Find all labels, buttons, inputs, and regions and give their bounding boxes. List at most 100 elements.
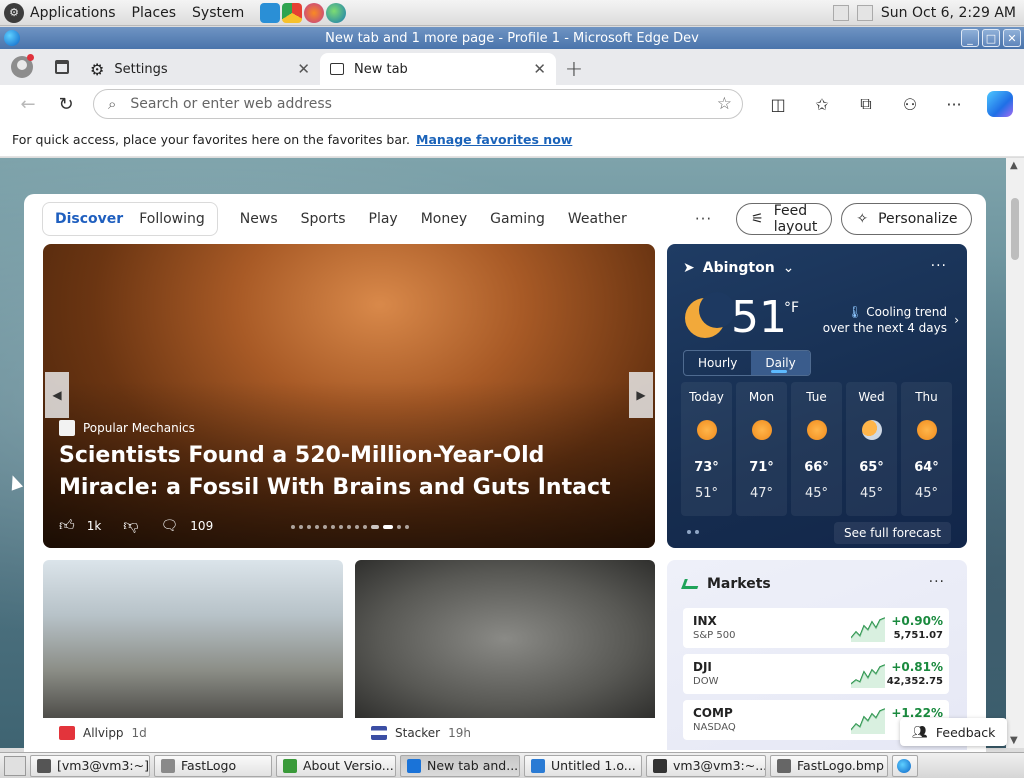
edge-tray-icon[interactable] <box>892 754 918 777</box>
tray-display-icon[interactable] <box>832 4 849 21</box>
carousel-pager[interactable] <box>291 525 409 529</box>
forecast-day[interactable]: Wed 65° 45° <box>846 382 897 516</box>
applications-menu[interactable]: Applications <box>30 5 116 21</box>
taskbar-label: About Versio... <box>303 758 394 773</box>
carousel-prev-button[interactable]: ◀ <box>45 372 69 418</box>
taskbar-item[interactable]: [vm3@vm3:~] <box>30 754 150 777</box>
market-row[interactable]: INX S&P 500 +0.90% 5,751.07 <box>683 608 949 648</box>
extensions-icon[interactable]: ⚇ <box>893 87 927 121</box>
sparkline-icon <box>851 708 885 734</box>
taskbar-item[interactable]: Untitled 1.o... <box>524 754 642 777</box>
close-tab-icon[interactable]: ✕ <box>297 60 310 78</box>
category-money[interactable]: Money <box>421 211 467 227</box>
tab-following[interactable]: Following <box>131 211 213 227</box>
publisher-logo-icon <box>59 726 75 740</box>
taskbar-item[interactable]: FastLogo.bmp <box>770 754 888 777</box>
like-icon[interactable]: 👍︎ <box>59 516 75 535</box>
tab-discover[interactable]: Discover <box>47 211 131 227</box>
see-full-forecast-button[interactable]: See full forecast <box>833 522 951 544</box>
weather-pager[interactable] <box>687 530 699 534</box>
comment-count: 109 <box>190 518 214 533</box>
category-news[interactable]: News <box>240 211 278 227</box>
day-low: 45° <box>804 486 829 501</box>
close-window-button[interactable]: ✕ <box>1003 29 1021 47</box>
firefox-launcher-icon[interactable] <box>304 2 325 23</box>
temperature-unit[interactable]: °F <box>784 300 799 316</box>
tab-settings[interactable]: ⚙ Settings ✕ <box>80 53 320 85</box>
maximize-button[interactable]: □ <box>982 29 1000 47</box>
news-card[interactable]: Stacker 19h <box>355 560 655 750</box>
hero-headline[interactable]: Scientists Found a 520-Million-Year-Old … <box>59 440 649 504</box>
day-name: Thu <box>915 390 938 404</box>
split-screen-icon[interactable]: ◫ <box>761 87 795 121</box>
favorites-icon[interactable]: ✩ <box>805 87 839 121</box>
edge-dev-launcher-icon[interactable] <box>326 2 347 23</box>
taskbar-item[interactable]: vm3@vm3:~... <box>646 754 766 777</box>
taskbar-item-active[interactable]: New tab and... <box>400 754 520 777</box>
personalize-button[interactable]: ✧ Personalize <box>841 203 973 235</box>
forecast-day[interactable]: Tue 66° 45° <box>791 382 842 516</box>
comment-icon[interactable]: 🗨︎ <box>161 518 179 534</box>
system-menu[interactable]: System <box>192 5 244 21</box>
show-desktop-button[interactable] <box>4 755 26 776</box>
taskbar-item[interactable]: FastLogo <box>154 754 272 777</box>
markets-more-button[interactable]: ··· <box>929 574 945 590</box>
trend-text: Cooling trend over the next 4 days <box>822 305 947 335</box>
vscode-launcher-icon[interactable] <box>260 2 281 23</box>
scroll-down-icon[interactable]: ▼ <box>1010 735 1018 746</box>
gnome-bottom-panel: [vm3@vm3:~] FastLogo About Versio... New… <box>0 752 1024 778</box>
chevron-right-icon: › <box>954 313 959 327</box>
close-tab-icon[interactable]: ✕ <box>533 60 546 78</box>
weather-trend[interactable]: 🌡︎ Cooling trend over the next 4 days › <box>817 304 959 336</box>
hourly-toggle[interactable]: Hourly <box>684 351 751 375</box>
partly-cloudy-icon <box>862 420 882 440</box>
favorite-star-icon[interactable]: ☆ <box>717 94 732 114</box>
sparkline-icon <box>851 664 885 688</box>
volume-icon[interactable] <box>856 4 873 21</box>
more-menu-icon[interactable]: ··· <box>937 87 971 121</box>
page-scrollbar[interactable]: ▲ ▼ <box>1006 158 1024 748</box>
tab-new-tab[interactable]: New tab ✕ <box>320 53 556 85</box>
category-sports[interactable]: Sports <box>301 211 346 227</box>
taskbar-item[interactable]: About Versio... <box>276 754 396 777</box>
index-price: 42,352.75 <box>886 676 943 687</box>
collections-icon[interactable]: ⧉ <box>849 87 883 121</box>
forecast-day[interactable]: Today 73° 51° <box>681 382 732 516</box>
manage-favorites-link[interactable]: Manage favorites now <box>416 132 572 147</box>
copilot-icon[interactable] <box>987 91 1013 117</box>
panel-clock[interactable]: Sun Oct 6, 2:29 AM <box>881 5 1016 21</box>
market-row[interactable]: DJI DOW +0.81% 42,352.75 <box>683 654 949 694</box>
weather-location[interactable]: ➤ Abington ⌄ <box>683 260 794 276</box>
news-card[interactable]: Allvipp 1d <box>43 560 343 750</box>
chrome-launcher-icon[interactable] <box>282 2 303 23</box>
category-gaming[interactable]: Gaming <box>490 211 545 227</box>
hero-carousel[interactable]: ◀ ▶ Popular Mechanics Scientists Found a… <box>43 244 655 548</box>
back-button[interactable]: ← <box>9 85 47 123</box>
weather-more-button[interactable]: ··· <box>931 258 947 274</box>
more-categories-button[interactable]: ··· <box>695 210 712 228</box>
daily-toggle[interactable]: Daily <box>751 351 810 375</box>
feedback-label: Feedback <box>935 724 996 740</box>
scroll-up-icon[interactable]: ▲ <box>1010 160 1018 171</box>
category-play[interactable]: Play <box>369 211 398 227</box>
gnome-foot-icon[interactable]: ⚙ <box>4 2 24 23</box>
address-bar[interactable]: ⌕ Search or enter web address ☆ <box>93 89 743 119</box>
places-menu[interactable]: Places <box>132 5 177 21</box>
category-weather[interactable]: Weather <box>568 211 627 227</box>
minimize-button[interactable]: _ <box>961 29 979 47</box>
feedback-person-icon: 👥︎ <box>912 724 928 739</box>
address-placeholder: Search or enter web address <box>130 96 332 112</box>
forecast-day[interactable]: Mon 71° 47° <box>736 382 787 516</box>
feed-layout-button[interactable]: ⚟ Feed layout <box>736 203 833 235</box>
scrollbar-thumb[interactable] <box>1011 198 1019 260</box>
markets-title[interactable]: Markets <box>707 576 771 592</box>
dislike-icon[interactable]: 👎︎ <box>123 516 138 535</box>
new-tab-button[interactable]: + <box>556 53 592 85</box>
forecast-day[interactable]: Thu 64° 45° <box>901 382 952 516</box>
tab-actions-button[interactable] <box>44 49 80 85</box>
profile-button[interactable] <box>0 49 44 85</box>
sun-icon <box>917 420 937 440</box>
carousel-next-button[interactable]: ▶ <box>629 372 653 418</box>
refresh-button[interactable]: ↻ <box>47 85 85 123</box>
feedback-button[interactable]: 👥︎ Feedback <box>900 718 1008 746</box>
